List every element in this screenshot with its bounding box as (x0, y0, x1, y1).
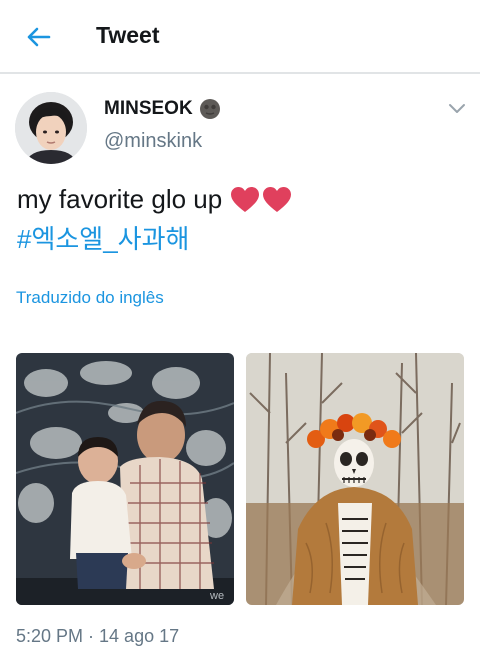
skeleton-in-fur-coat-photo (246, 353, 464, 605)
red-heart-emoji-icon (263, 187, 292, 212)
display-name: MINSEOK (104, 98, 193, 119)
user-handle[interactable]: @minskink (104, 130, 202, 153)
back-button[interactable] (22, 22, 54, 52)
media-photo-right[interactable] (246, 353, 464, 605)
top-bar: Tweet (0, 0, 480, 74)
avatar-photo (15, 92, 87, 164)
media-photo-left[interactable]: we (16, 353, 234, 605)
tweet-timestamp: 5:20 PM · 14 ago 17 (16, 626, 180, 646)
tweet-menu-button[interactable] (444, 98, 470, 118)
tweet-body: my favorite glo up (17, 184, 223, 214)
back-arrow-icon (27, 27, 51, 47)
hashtag-link[interactable]: #엑소엘_사과해 (17, 224, 189, 254)
hearts-emoji (230, 186, 292, 222)
old-family-photo: we (16, 353, 234, 605)
red-heart-emoji-icon (231, 187, 260, 212)
chevron-down-icon (449, 104, 465, 113)
svg-text:we: we (209, 590, 224, 602)
new-moon-face-emoji-icon (199, 99, 220, 119)
avatar[interactable] (15, 92, 87, 164)
author-name-row[interactable]: MINSEOK (104, 98, 221, 120)
page-title: Tweet (96, 22, 160, 48)
tweet-text: my favorite glo up #엑소엘_사과해 (17, 182, 467, 256)
translate-link[interactable]: Traduzido do inglês (16, 288, 164, 308)
